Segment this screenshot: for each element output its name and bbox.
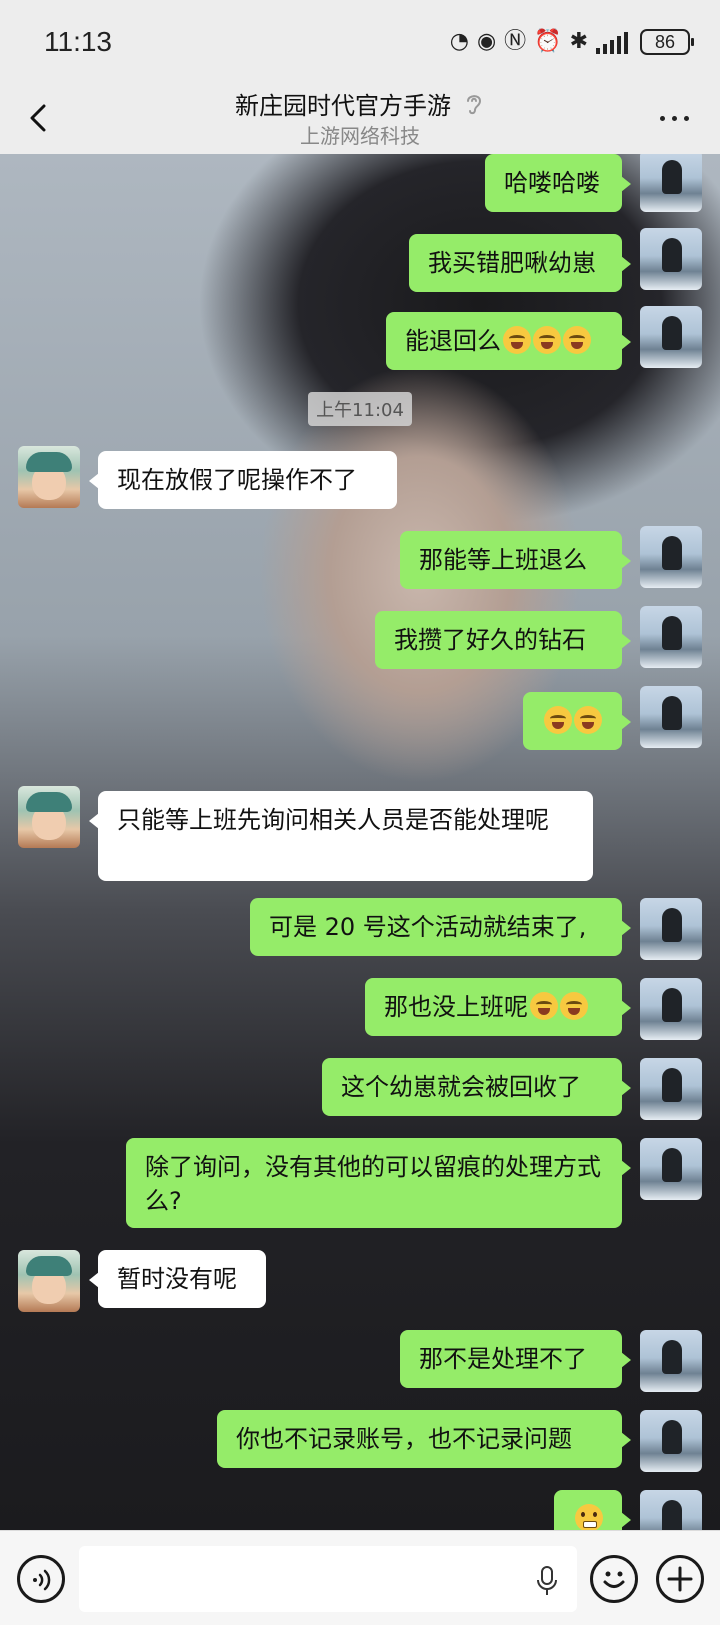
chat-messages: 哈喽哈喽 我买错肥啾幼崽 能退回么 上午11:04 现在放假了呢操作不了 那能等…: [0, 154, 720, 1530]
laugh-cry-emoji-icon: [563, 326, 591, 354]
message-bubble-contact[interactable]: 暂时没有呢: [89, 1250, 266, 1308]
laugh-cry-emoji-icon: [503, 326, 531, 354]
nfc-icon: Ⓝ: [504, 29, 527, 54]
more-dots-icon: [659, 115, 665, 121]
voice-button[interactable]: [17, 1555, 65, 1603]
battery-icon: 86: [640, 29, 694, 55]
emoji-button[interactable]: [590, 1555, 638, 1603]
plus-icon: [667, 1566, 693, 1592]
chat-header: 新庄园时代官方手游 上游网络科技: [0, 84, 720, 154]
message-bubble-mine[interactable]: 这个幼崽就会被回收了: [322, 1058, 631, 1116]
contact-avatar[interactable]: [18, 446, 80, 508]
my-avatar[interactable]: [640, 306, 702, 368]
my-avatar[interactable]: [640, 1490, 702, 1530]
voice-icon: [33, 1569, 51, 1591]
signal-icon: [596, 30, 628, 54]
my-avatar[interactable]: [640, 1138, 702, 1200]
message-bubble-contact[interactable]: 现在放假了呢操作不了: [89, 451, 397, 509]
status-time: 11:13: [44, 26, 112, 57]
my-avatar[interactable]: [640, 1058, 702, 1120]
contact-avatar[interactable]: [18, 786, 80, 848]
page-title: 新庄园时代官方手游: [235, 92, 451, 120]
my-avatar[interactable]: [640, 686, 702, 748]
bluetooth-icon: ✱: [569, 29, 588, 54]
message-bubble-contact[interactable]: 只能等上班先询问相关人员是否能处理呢: [89, 791, 593, 881]
message-bubble-mine[interactable]: 你也不记录账号，也不记录问题: [217, 1410, 631, 1468]
my-avatar[interactable]: [640, 978, 702, 1040]
laugh-cry-emoji-icon: [530, 992, 558, 1020]
my-avatar[interactable]: [640, 898, 702, 960]
ear-icon: [467, 94, 482, 114]
message-input[interactable]: [79, 1546, 577, 1612]
message-bubble-mine[interactable]: 能退回么: [386, 312, 631, 370]
my-avatar[interactable]: [640, 1410, 702, 1472]
grimace-emoji-icon: [575, 1504, 603, 1530]
plus-button[interactable]: [656, 1555, 704, 1603]
alarm-icon: ⏰: [534, 29, 562, 54]
emoji-icon: [603, 1571, 625, 1588]
laugh-cry-emoji-icon: [544, 706, 572, 734]
message-bubble-mine[interactable]: [554, 1490, 631, 1530]
message-bubble-mine[interactable]: 那不是处理不了: [400, 1330, 631, 1388]
timestamp: 上午11:04: [0, 392, 720, 426]
message-bubble-mine[interactable]: 那能等上班退么: [400, 531, 631, 589]
title-row: 新庄园时代官方手游: [0, 86, 720, 121]
laugh-cry-emoji-icon: [574, 706, 602, 734]
status-icons: ◔ ◉ Ⓝ ⏰ ✱ 86: [449, 28, 694, 56]
input-bar: [0, 1530, 720, 1625]
my-avatar[interactable]: [640, 228, 702, 290]
message-bubble-mine[interactable]: 我买错肥啾幼崽: [409, 234, 631, 292]
my-avatar[interactable]: [640, 526, 702, 588]
message-bubble-mine[interactable]: 哈喽哈喽: [485, 154, 631, 212]
more-button[interactable]: [654, 108, 694, 128]
message-bubble-mine[interactable]: 那也没上班呢: [365, 978, 631, 1036]
laugh-cry-emoji-icon: [533, 326, 561, 354]
contact-avatar[interactable]: [18, 1250, 80, 1312]
chat-area[interactable]: 哈喽哈喽 我买错肥啾幼崽 能退回么 上午11:04 现在放假了呢操作不了 那能等…: [0, 154, 720, 1530]
message-bubble-mine[interactable]: 除了询问，没有其他的可以留痕的处理方式么?: [126, 1138, 631, 1228]
my-avatar[interactable]: [640, 154, 702, 212]
hd-icon: ◔: [449, 29, 469, 54]
status-bar: 11:13 ◔ ◉ Ⓝ ⏰ ✱ 86: [0, 0, 720, 84]
laugh-cry-emoji-icon: [560, 992, 588, 1020]
eye-icon: ◉: [476, 29, 497, 54]
my-avatar[interactable]: [640, 606, 702, 668]
message-bubble-mine[interactable]: [523, 692, 631, 750]
page-subtitle: 上游网络科技: [300, 124, 420, 148]
mic-icon[interactable]: [535, 1566, 559, 1596]
my-avatar[interactable]: [640, 1330, 702, 1392]
message-bubble-mine[interactable]: 可是 20 号这个活动就结束了,: [250, 898, 631, 956]
message-bubble-mine[interactable]: 我攒了好久的钻石: [375, 611, 631, 669]
